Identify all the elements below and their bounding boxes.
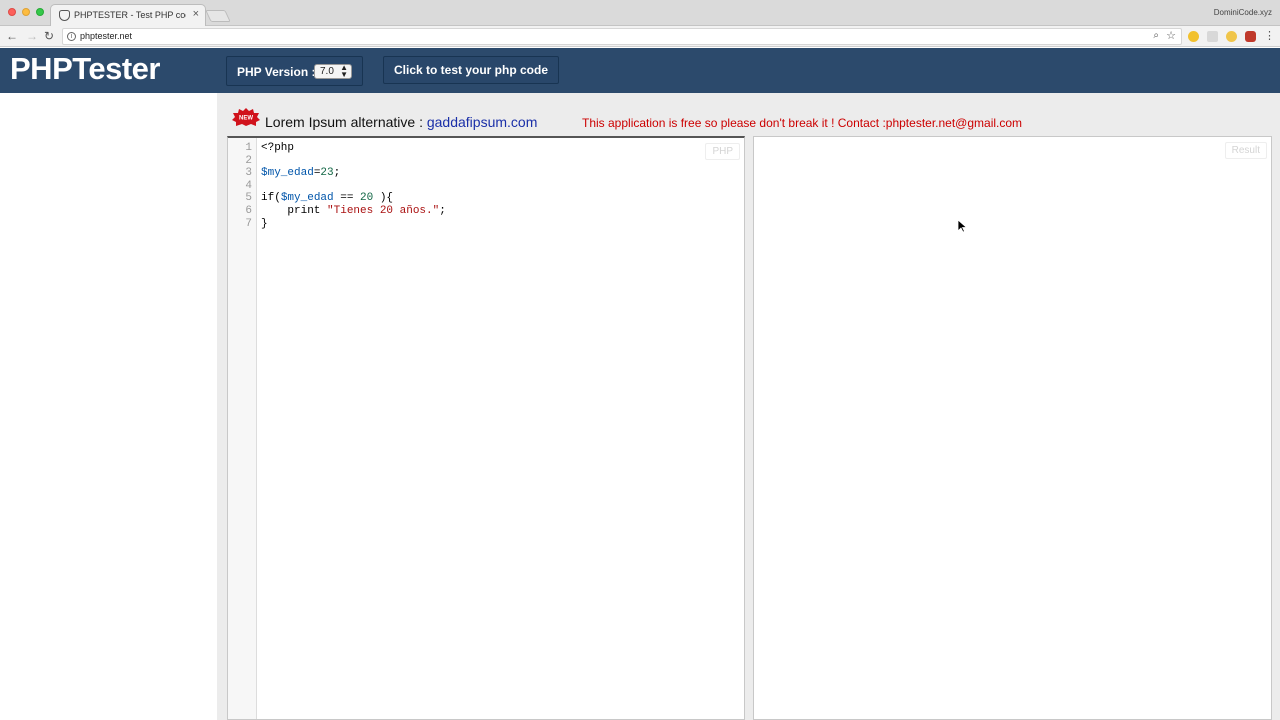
browser-tab-bar: PHPTESTER - Test PHP code × DominiCode.x… xyxy=(0,0,1280,26)
code-token: ; xyxy=(439,204,446,217)
profile-name[interactable]: DominiCode.xyz xyxy=(1214,8,1272,17)
mouse-cursor-icon xyxy=(958,220,967,233)
browser-tab[interactable]: PHPTESTER - Test PHP code × xyxy=(50,4,206,26)
result-panel: Result xyxy=(753,136,1272,720)
tab-title: PHPTESTER - Test PHP code xyxy=(74,10,186,20)
result-panel-tag: Result xyxy=(1224,142,1267,159)
code-text[interactable]: <?php $my_edad=23; if($my_edad == 20 ){ pr… xyxy=(261,142,446,230)
code-token: print xyxy=(261,204,328,217)
line-number: 6 xyxy=(245,204,252,217)
url-text[interactable]: phptester.net xyxy=(80,31,132,41)
zoom-icon[interactable]: ⌕ xyxy=(1153,30,1159,41)
code-line: if($my_edad == 20 ){ xyxy=(261,192,446,205)
star-icon[interactable]: ☆ xyxy=(1166,29,1176,42)
left-sidebar xyxy=(0,93,217,720)
extension-icon[interactable] xyxy=(1207,31,1218,42)
select-arrows-icon: ▲ ▼ xyxy=(340,63,348,79)
site-header: PHPTester PHP Version : 7.0 ▲ ▼ Click to … xyxy=(0,48,1280,93)
shield-icon xyxy=(59,10,70,21)
code-token: ){ xyxy=(373,192,394,205)
php-version-label: PHP Version : xyxy=(237,65,316,79)
lorem-ipsum-notice: Lorem Ipsum alternative : gaddafipsum.co… xyxy=(265,114,537,130)
code-token: 20 xyxy=(360,192,374,205)
line-number: 3 xyxy=(245,167,252,180)
line-number: 7 xyxy=(245,217,252,230)
address-bar[interactable]: i phptester.net ⌕ ☆ xyxy=(62,28,1182,45)
arrow-left-icon[interactable]: ← xyxy=(6,29,18,43)
code-token: if( xyxy=(261,192,281,205)
line-number: 4 xyxy=(245,179,252,192)
line-numbers: 1234567 xyxy=(228,142,252,230)
test-code-button[interactable]: Click to test your php code xyxy=(383,56,559,84)
extension-icon[interactable] xyxy=(1226,31,1237,42)
code-token: ; xyxy=(333,167,341,180)
line-number-gutter: 1234567 xyxy=(228,138,257,719)
code-token: "Tienes 20 años." xyxy=(327,204,440,217)
new-tab-button[interactable] xyxy=(205,10,231,22)
line-number: 1 xyxy=(245,142,252,154)
minimize-window-button[interactable] xyxy=(22,8,30,16)
php-version-value: 7.0 xyxy=(320,66,334,77)
new-badge-text: NEW xyxy=(239,116,253,122)
code-token: <?php xyxy=(261,142,295,154)
gaddafipsum-link[interactable]: gaddafipsum.com xyxy=(427,114,538,130)
new-badge-icon: NEW xyxy=(232,108,260,126)
code-line: } xyxy=(261,218,446,231)
php-code-editor[interactable]: 1234567 <?php $my_edad=23; if($my_edad == … xyxy=(227,136,745,720)
close-window-button[interactable] xyxy=(8,8,16,16)
maximize-window-button[interactable] xyxy=(36,8,44,16)
extension-icon[interactable] xyxy=(1188,31,1199,42)
php-version-select[interactable]: 7.0 ▲ ▼ xyxy=(314,64,352,79)
php-panel-tag: PHP xyxy=(705,143,740,160)
reload-icon[interactable]: ↻ xyxy=(44,29,54,43)
code-token: $my_edad xyxy=(280,192,334,205)
site-logo[interactable]: PHPTester xyxy=(10,51,161,87)
notice-prefix: Lorem Ipsum alternative : xyxy=(265,114,423,130)
code-line: print "Tienes 20 años."; xyxy=(261,204,446,218)
code-token: 23 xyxy=(320,167,334,180)
free-app-notice: This application is free so please don't… xyxy=(582,116,1023,130)
arrow-right-icon[interactable]: → xyxy=(26,29,38,43)
menu-dots-icon[interactable]: ⋮ xyxy=(1264,29,1275,42)
line-number: 5 xyxy=(245,192,252,205)
code-token: == xyxy=(333,192,361,205)
close-tab-icon[interactable]: × xyxy=(193,8,199,20)
code-token: } xyxy=(261,217,268,230)
info-icon[interactable]: i xyxy=(67,32,76,41)
code-token: $my_edad xyxy=(261,167,314,180)
browser-toolbar: ← → ↻ i phptester.net ⌕ ☆ ⋮ xyxy=(0,26,1280,47)
code-line: <?php xyxy=(261,142,446,155)
code-line: $my_edad=23; xyxy=(261,167,446,180)
line-number: 2 xyxy=(245,154,252,167)
extension-icon[interactable] xyxy=(1245,31,1256,42)
php-version-control: PHP Version : 7.0 ▲ ▼ xyxy=(226,56,363,86)
